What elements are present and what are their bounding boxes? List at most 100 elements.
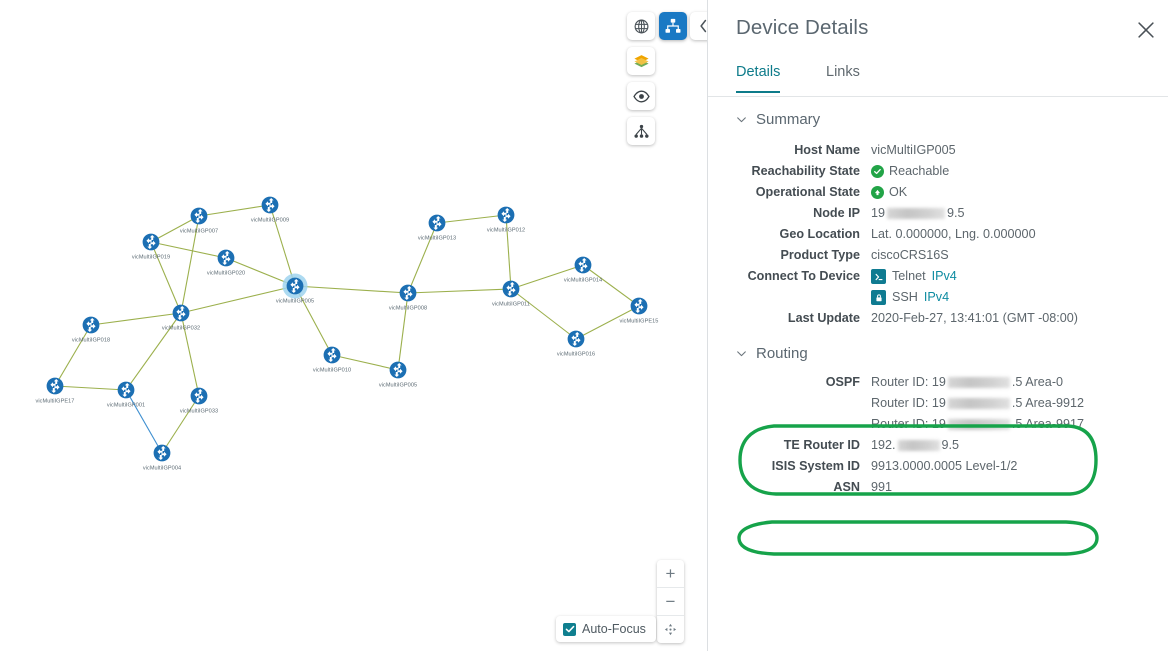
- node-label: vicMultiIGP016: [557, 352, 595, 358]
- router-icon[interactable]: [142, 233, 160, 251]
- topology-node[interactable]: vicMultiIGP016: [557, 330, 595, 358]
- routing-section-header[interactable]: Routing: [734, 345, 1168, 362]
- visibility-button[interactable]: [627, 82, 655, 110]
- node-label: vicMultiIGP013: [418, 236, 456, 242]
- topology-link[interactable]: [125, 389, 163, 454]
- topology-node[interactable]: vicMultiIGP032: [162, 304, 200, 332]
- detail-value: OK: [871, 184, 907, 201]
- auto-focus-toggle[interactable]: Auto-Focus: [556, 616, 656, 642]
- router-icon[interactable]: [82, 316, 100, 334]
- router-icon[interactable]: [190, 387, 208, 405]
- tab-links[interactable]: Links: [826, 64, 860, 91]
- router-icon[interactable]: [190, 207, 208, 225]
- router-icon[interactable]: [261, 196, 279, 214]
- router-icon[interactable]: [567, 330, 585, 348]
- ipv4-link[interactable]: IPv4: [932, 268, 957, 285]
- topology-node[interactable]: vicMultiIGP019: [132, 233, 170, 261]
- ospf-suffix: .5 Area-9917: [1011, 417, 1085, 431]
- topology-graph[interactable]: vicMultiIGP009 vicMultiIGP007 vicMultiIGP0…: [0, 0, 707, 651]
- router-icon[interactable]: [46, 377, 64, 395]
- router-icon[interactable]: [323, 346, 341, 364]
- asn-value: 991: [871, 480, 893, 494]
- topology-link[interactable]: [198, 204, 271, 217]
- router-icon[interactable]: [172, 304, 190, 322]
- topology-node[interactable]: vicMultiIGP018: [72, 316, 110, 344]
- topology-link[interactable]: [582, 264, 640, 307]
- collapse-panel-button[interactable]: [690, 12, 707, 40]
- topology-node[interactable]: vicMultiIGP007: [180, 207, 218, 235]
- router-icon[interactable]: [153, 444, 171, 462]
- zoom-out-button[interactable]: −: [657, 588, 684, 616]
- auto-focus-checkbox[interactable]: [563, 622, 576, 636]
- node-label: vicMultiIGP007: [180, 229, 218, 235]
- topology-node[interactable]: vicMultiIGP033: [180, 387, 218, 415]
- node-label: vicMultiIGP010: [313, 368, 351, 374]
- topology-node[interactable]: vicMultiIGPE15: [620, 297, 659, 325]
- topology-link[interactable]: [90, 312, 182, 326]
- hierarchy-button[interactable]: [627, 117, 655, 145]
- topology-link[interactable]: [54, 385, 127, 391]
- redacted-value: [887, 208, 946, 219]
- router-icon[interactable]: [117, 381, 135, 399]
- topology-node[interactable]: vicMultiIGP001: [107, 381, 145, 409]
- node-label: vicMultiIGP032: [162, 326, 200, 332]
- topology-node[interactable]: vicMultiIGP004: [143, 444, 181, 472]
- detail-text: 2020-Feb-27, 13:41:01 (GMT -08:00): [871, 311, 1078, 325]
- connect-option[interactable]: SSH IPv4: [871, 289, 949, 306]
- fit-to-screen-button[interactable]: [657, 616, 684, 643]
- router-icon[interactable]: [286, 277, 304, 295]
- router-icon[interactable]: [428, 214, 446, 232]
- router-icon[interactable]: [389, 361, 407, 379]
- topology-node[interactable]: vicMultiIGPE17: [36, 377, 75, 405]
- topology-node[interactable]: vicMultiIGP008: [389, 284, 427, 312]
- topology-node[interactable]: vicMultiIGP010: [313, 346, 351, 374]
- tab-details[interactable]: Details: [736, 64, 781, 93]
- chevron-down-icon[interactable]: [734, 347, 748, 361]
- detail-row: Host Name vicMultiIGP005: [708, 142, 1168, 159]
- lock-icon[interactable]: [871, 290, 886, 305]
- topology-link[interactable]: [407, 288, 512, 294]
- topology-link[interactable]: [54, 324, 92, 387]
- topology-link[interactable]: [294, 285, 409, 294]
- zoom-controls: + −: [657, 560, 684, 643]
- close-icon: [1138, 22, 1154, 38]
- router-icon[interactable]: [399, 284, 417, 302]
- node-label: vicMultiIGPE15: [620, 319, 659, 325]
- isis-system-id-value: 9913.0000.0005 Level-1/2: [871, 459, 1018, 473]
- ospf-prefix: Router ID: 19: [871, 417, 946, 431]
- terminal-icon[interactable]: [871, 269, 886, 284]
- close-button[interactable]: [1130, 14, 1162, 46]
- topology-link[interactable]: [436, 214, 507, 224]
- zoom-in-button[interactable]: +: [657, 560, 684, 588]
- topology-link[interactable]: [510, 288, 577, 340]
- topology-link[interactable]: [161, 395, 200, 454]
- asn-key: ASN: [833, 480, 860, 494]
- router-icon[interactable]: [217, 249, 235, 267]
- topology-link[interactable]: [505, 214, 512, 290]
- topology-link[interactable]: [150, 241, 182, 314]
- topology-nodes: vicMultiIGP009 vicMultiIGP007 vicMultiIGP0…: [36, 196, 659, 472]
- topology-node[interactable]: vicMultiIGP013: [418, 214, 456, 242]
- topology-node[interactable]: vicMultiIGP012: [487, 206, 525, 234]
- ipv4-link[interactable]: IPv4: [924, 289, 949, 306]
- node-label: vicMultiIGP009: [251, 218, 289, 224]
- topology-icon: [665, 18, 681, 33]
- topology-map-panel[interactable]: vicMultiIGP009 vicMultiIGP007 vicMultiIGP0…: [0, 0, 707, 651]
- topology-node[interactable]: vicMultiIGP009: [251, 196, 289, 224]
- globe-icon: [634, 19, 648, 33]
- layers-button[interactable]: [627, 47, 655, 75]
- router-icon[interactable]: [630, 297, 648, 315]
- router-icon[interactable]: [574, 256, 592, 274]
- ospf-key: OSPF: [825, 375, 860, 389]
- topology-link[interactable]: [407, 222, 438, 294]
- router-icon[interactable]: [502, 280, 520, 298]
- topology-view-toggle[interactable]: [659, 12, 687, 40]
- chevron-down-icon[interactable]: [734, 113, 748, 127]
- geo-map-toggle[interactable]: [627, 12, 655, 40]
- summary-section-header[interactable]: Summary: [734, 111, 1168, 128]
- connect-option[interactable]: Telnet IPv4: [871, 268, 957, 285]
- topology-node[interactable]: vicMultiIGP005: [379, 361, 417, 389]
- router-icon[interactable]: [497, 206, 515, 224]
- hierarchy-icon: [633, 124, 649, 138]
- node-label: vicMultiIGP001: [107, 403, 145, 409]
